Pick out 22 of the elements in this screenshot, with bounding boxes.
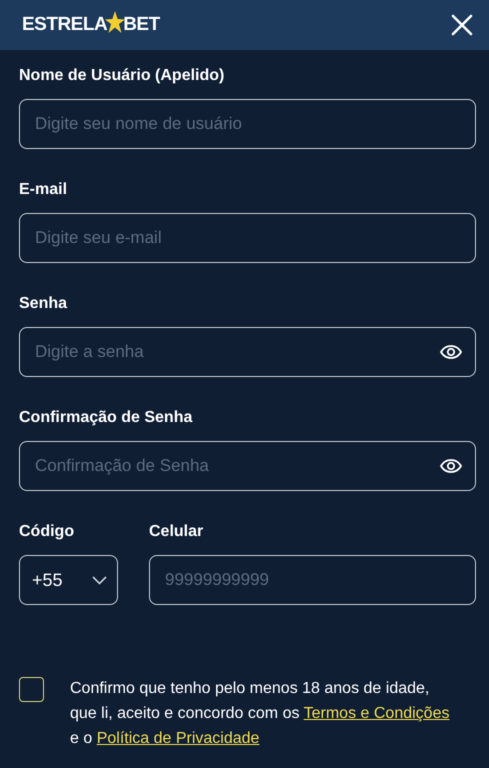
- phone-field[interactable]: 99999999999: [149, 555, 476, 605]
- close-icon[interactable]: [451, 14, 473, 36]
- eye-icon[interactable]: [440, 459, 462, 473]
- field-label: Confirmação de Senha: [19, 408, 194, 428]
- checkbox[interactable]: [19, 677, 44, 702]
- input-field[interactable]: Digite seu nome de usuário: [19, 99, 476, 149]
- field-label: Celular: [149, 522, 204, 542]
- field-label: Código: [19, 522, 76, 542]
- input-field[interactable]: Digite seu e-mail: [19, 213, 476, 263]
- input-field[interactable]: Digite a senha: [19, 327, 476, 377]
- field-label: Nome de Usuário (Apelido): [19, 66, 226, 86]
- eye-icon[interactable]: [440, 345, 462, 359]
- terms-link[interactable]: Termos e Condições: [304, 705, 450, 722]
- terms-link[interactable]: Política de Privacidade: [96, 730, 260, 747]
- consent-text: Confirmo que tenho pelo menos 18 anos de idade, que li, aceito e concordo com os Termos e Condições e o Política de Privacidade: [70, 679, 450, 749]
- chevron-down-icon: [92, 576, 107, 584]
- field-label: Senha: [19, 294, 68, 314]
- logo-text: ESTRELA: [22, 12, 108, 37]
- field-label: E-mail: [19, 180, 68, 200]
- input-field[interactable]: Confirmação de Senha: [19, 441, 476, 491]
- logo-text: BET: [123, 12, 160, 37]
- country-code-select[interactable]: +55: [19, 555, 118, 605]
